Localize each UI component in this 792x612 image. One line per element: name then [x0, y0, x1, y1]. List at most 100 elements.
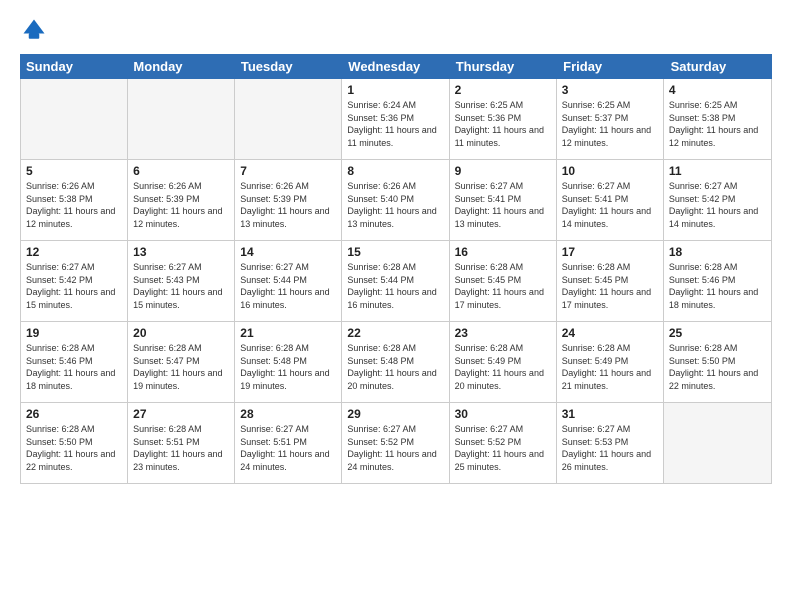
day-number: 11 [669, 164, 766, 178]
calendar-cell [21, 79, 128, 159]
calendar-cell [664, 403, 771, 483]
daylight-text: Daylight: 11 hours and 26 minutes. [562, 448, 658, 473]
day-number: 29 [347, 407, 443, 421]
calendar-cell: 7Sunrise: 6:26 AMSunset: 5:39 PMDaylight… [235, 160, 342, 240]
calendar-cell: 8Sunrise: 6:26 AMSunset: 5:40 PMDaylight… [342, 160, 449, 240]
cell-detail: Sunrise: 6:28 AMSunset: 5:44 PMDaylight:… [347, 261, 443, 311]
sunset-text: Sunset: 5:38 PM [26, 193, 122, 206]
day-number: 5 [26, 164, 122, 178]
cell-detail: Sunrise: 6:28 AMSunset: 5:46 PMDaylight:… [26, 342, 122, 392]
calendar-cell: 12Sunrise: 6:27 AMSunset: 5:42 PMDayligh… [21, 241, 128, 321]
sunset-text: Sunset: 5:41 PM [455, 193, 551, 206]
cell-detail: Sunrise: 6:28 AMSunset: 5:48 PMDaylight:… [240, 342, 336, 392]
calendar-cell [235, 79, 342, 159]
sunrise-text: Sunrise: 6:27 AM [347, 423, 443, 436]
cell-detail: Sunrise: 6:28 AMSunset: 5:45 PMDaylight:… [562, 261, 658, 311]
sunrise-text: Sunrise: 6:25 AM [455, 99, 551, 112]
sunrise-text: Sunrise: 6:26 AM [347, 180, 443, 193]
sunset-text: Sunset: 5:40 PM [347, 193, 443, 206]
daylight-text: Daylight: 11 hours and 25 minutes. [455, 448, 551, 473]
daylight-text: Daylight: 11 hours and 24 minutes. [240, 448, 336, 473]
sunrise-text: Sunrise: 6:26 AM [133, 180, 229, 193]
sunset-text: Sunset: 5:41 PM [562, 193, 658, 206]
sunrise-text: Sunrise: 6:24 AM [347, 99, 443, 112]
sunset-text: Sunset: 5:47 PM [133, 355, 229, 368]
calendar-cell: 4Sunrise: 6:25 AMSunset: 5:38 PMDaylight… [664, 79, 771, 159]
daylight-text: Daylight: 11 hours and 15 minutes. [133, 286, 229, 311]
weekday-header: Saturday [665, 54, 772, 79]
day-number: 9 [455, 164, 551, 178]
sunset-text: Sunset: 5:45 PM [562, 274, 658, 287]
cell-detail: Sunrise: 6:24 AMSunset: 5:36 PMDaylight:… [347, 99, 443, 149]
sunset-text: Sunset: 5:53 PM [562, 436, 658, 449]
calendar-cell: 5 Sunrise: 6:26 AMSunset: 5:38 PMDaylight… [21, 160, 128, 240]
day-number: 14 [240, 245, 336, 259]
cell-detail: Sunrise: 6:28 AMSunset: 5:51 PMDaylight:… [133, 423, 229, 473]
calendar-body: 1Sunrise: 6:24 AMSunset: 5:36 PMDaylight… [20, 79, 772, 484]
day-number: 25 [669, 326, 766, 340]
sunset-text: Sunset: 5:52 PM [347, 436, 443, 449]
calendar-cell: 1Sunrise: 6:24 AMSunset: 5:36 PMDaylight… [342, 79, 449, 159]
sunrise-text: Sunrise: 6:28 AM [347, 342, 443, 355]
day-number: 6 [133, 164, 229, 178]
day-number: 3 [562, 83, 658, 97]
sunset-text: Sunset: 5:42 PM [26, 274, 122, 287]
day-number: 23 [455, 326, 551, 340]
cell-detail: Sunrise: 6:26 AMSunset: 5:39 PMDaylight:… [133, 180, 229, 230]
daylight-text: Daylight: 11 hours and 12 minutes. [26, 205, 122, 230]
cell-detail: Sunrise: 6:28 AMSunset: 5:50 PMDaylight:… [26, 423, 122, 473]
calendar-cell: 30Sunrise: 6:27 AMSunset: 5:52 PMDayligh… [450, 403, 557, 483]
daylight-text: Daylight: 11 hours and 12 minutes. [562, 124, 658, 149]
calendar-cell: 22Sunrise: 6:28 AMSunset: 5:48 PMDayligh… [342, 322, 449, 402]
daylight-text: Daylight: 11 hours and 17 minutes. [562, 286, 658, 311]
logo [20, 16, 52, 44]
sunrise-text: Sunrise: 6:26 AM [26, 180, 122, 193]
calendar-cell: 3Sunrise: 6:25 AMSunset: 5:37 PMDaylight… [557, 79, 664, 159]
sunrise-text: Sunrise: 6:25 AM [562, 99, 658, 112]
sunset-text: Sunset: 5:38 PM [669, 112, 766, 125]
sunrise-text: Sunrise: 6:27 AM [240, 261, 336, 274]
day-number: 4 [669, 83, 766, 97]
sunrise-text: Sunrise: 6:28 AM [133, 423, 229, 436]
cell-detail: Sunrise: 6:27 AMSunset: 5:53 PMDaylight:… [562, 423, 658, 473]
cell-detail: Sunrise: 6:28 AMSunset: 5:49 PMDaylight:… [562, 342, 658, 392]
weekday-header: Monday [127, 54, 234, 79]
daylight-text: Daylight: 11 hours and 19 minutes. [133, 367, 229, 392]
calendar-cell: 14 Sunrise: 6:27 AMSunset: 5:44 PMDayligh… [235, 241, 342, 321]
calendar-week-row: 1Sunrise: 6:24 AMSunset: 5:36 PMDaylight… [21, 79, 771, 160]
sunset-text: Sunset: 5:48 PM [347, 355, 443, 368]
calendar-cell: 31Sunrise: 6:27 AMSunset: 5:53 PMDayligh… [557, 403, 664, 483]
sunset-text: Sunset: 5:50 PM [26, 436, 122, 449]
calendar-cell: 25Sunrise: 6:28 AMSunset: 5:50 PMDayligh… [664, 322, 771, 402]
sunrise-text: Sunrise: 6:28 AM [669, 261, 766, 274]
calendar-cell: 20Sunrise: 6:28 AMSunset: 5:47 PMDayligh… [128, 322, 235, 402]
calendar-cell: 6 Sunrise: 6:26 AMSunset: 5:39 PMDaylight… [128, 160, 235, 240]
cell-detail: Sunrise: 6:27 AMSunset: 5:51 PMDaylight:… [240, 423, 336, 473]
daylight-text: Daylight: 11 hours and 22 minutes. [26, 448, 122, 473]
sunrise-text: Sunrise: 6:28 AM [562, 261, 658, 274]
daylight-text: Daylight: 11 hours and 18 minutes. [669, 286, 766, 311]
calendar-week-row: 19Sunrise: 6:28 AMSunset: 5:46 PMDayligh… [21, 322, 771, 403]
logo-icon [20, 16, 48, 44]
daylight-text: Daylight: 11 hours and 17 minutes. [455, 286, 551, 311]
sunset-text: Sunset: 5:52 PM [455, 436, 551, 449]
daylight-text: Daylight: 11 hours and 14 minutes. [562, 205, 658, 230]
sunset-text: Sunset: 5:46 PM [669, 274, 766, 287]
calendar: SundayMondayTuesdayWednesdayThursdayFrid… [20, 54, 772, 600]
day-number: 24 [562, 326, 658, 340]
sunset-text: Sunset: 5:49 PM [455, 355, 551, 368]
sunset-text: Sunset: 5:44 PM [347, 274, 443, 287]
calendar-cell: 29 Sunrise: 6:27 AMSunset: 5:52 PMDayligh… [342, 403, 449, 483]
weekday-header: Thursday [450, 54, 557, 79]
calendar-week-row: 26Sunrise: 6:28 AMSunset: 5:50 PMDayligh… [21, 403, 771, 483]
day-number: 28 [240, 407, 336, 421]
cell-detail: Sunrise: 6:27 AMSunset: 5:52 PMDaylight:… [347, 423, 443, 473]
cell-detail: Sunrise: 6:27 AMSunset: 5:42 PMDaylight:… [669, 180, 766, 230]
day-number: 22 [347, 326, 443, 340]
daylight-text: Daylight: 11 hours and 24 minutes. [347, 448, 443, 473]
calendar-cell: 15Sunrise: 6:28 AMSunset: 5:44 PMDayligh… [342, 241, 449, 321]
weekday-header: Tuesday [235, 54, 342, 79]
daylight-text: Daylight: 11 hours and 14 minutes. [669, 205, 766, 230]
sunrise-text: Sunrise: 6:28 AM [26, 423, 122, 436]
cell-detail: Sunrise: 6:27 AMSunset: 5:44 PMDaylight:… [240, 261, 336, 311]
